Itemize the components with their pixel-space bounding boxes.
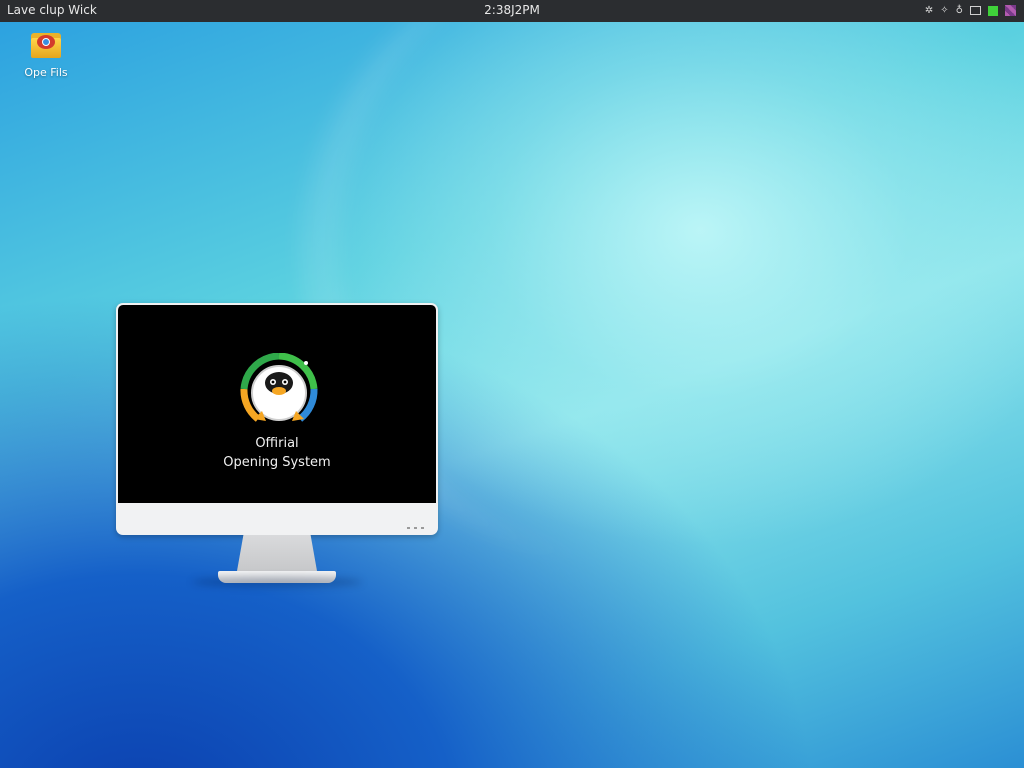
monitor-indicator-dots	[407, 527, 424, 529]
monitor-graphic: Offirial Opening System	[116, 303, 438, 587]
monitor-shadow	[192, 577, 362, 587]
desktop: Lave clup Wick 2:38J2PM ✲ ✧ ♁ Ope Fils O…	[0, 0, 1024, 768]
system-tray: ✲ ✧ ♁	[925, 4, 1016, 17]
folder-icon	[31, 30, 61, 58]
top-bar: Lave clup Wick 2:38J2PM ✲ ✧ ♁	[0, 0, 1024, 22]
penguin-logo-icon	[240, 353, 318, 422]
boot-title-line1: Offirial	[255, 436, 299, 451]
network-icon[interactable]: ✲	[925, 4, 933, 17]
boot-title-line2: Opening System	[223, 455, 331, 470]
status-green-icon[interactable]	[988, 5, 998, 16]
bell-icon[interactable]: ♁	[956, 4, 963, 17]
desktop-icon-label: Ope Fils	[24, 66, 68, 79]
monitor-bezel: Offirial Opening System	[116, 303, 438, 535]
clock[interactable]: 2:38J2PM	[0, 3, 1024, 17]
volume-icon[interactable]: ✧	[940, 4, 948, 17]
monitor-stand-neck	[237, 535, 317, 571]
close-icon[interactable]	[1005, 5, 1016, 16]
top-bar-app-menu[interactable]: Lave clup Wick	[7, 3, 97, 17]
monitor-screen: Offirial Opening System	[118, 305, 436, 503]
desktop-icon-files[interactable]: Ope Fils	[14, 30, 78, 79]
battery-icon[interactable]	[970, 6, 981, 15]
